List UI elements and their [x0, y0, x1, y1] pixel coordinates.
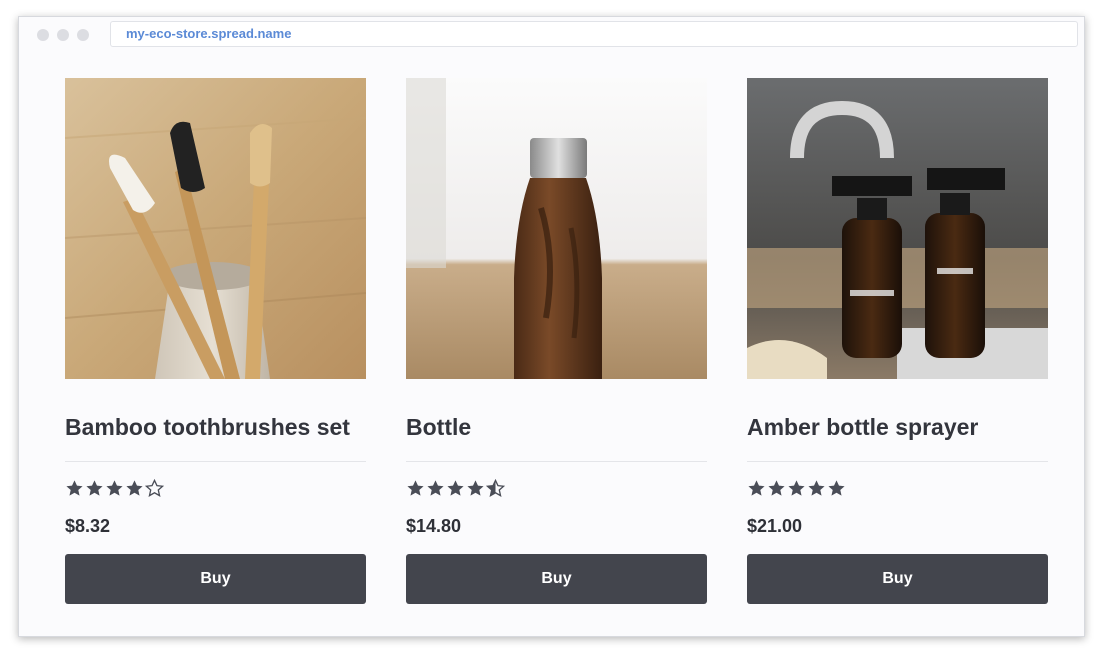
buy-button[interactable]: Buy [65, 554, 366, 604]
product-image[interactable] [747, 78, 1048, 379]
star-full-icon [66, 480, 83, 496]
rating-stars [747, 479, 1048, 499]
product-price: $14.80 [406, 516, 462, 536]
star-half-icon [486, 479, 505, 497]
browser-window: my-eco-store.spread.name Bamboo toothbru… [18, 16, 1085, 637]
star-empty-icon [145, 479, 164, 497]
rating-stars [406, 479, 707, 499]
product-card: Bamboo toothbrushes set $8.32 Buy [65, 78, 366, 604]
product-title[interactable]: Bamboo toothbrushes set [65, 412, 366, 442]
window-close-dot[interactable] [37, 29, 49, 41]
divider [747, 461, 1048, 462]
star-full-icon [828, 480, 845, 496]
star-full-icon [86, 480, 103, 496]
product-image[interactable] [406, 78, 707, 379]
browser-titlebar: my-eco-store.spread.name [19, 17, 1084, 51]
star-full-icon [106, 480, 123, 496]
window-zoom-dot[interactable] [77, 29, 89, 41]
buy-button[interactable]: Buy [406, 554, 707, 604]
buy-button[interactable]: Buy [747, 554, 1048, 604]
window-minimize-dot[interactable] [57, 29, 69, 41]
product-title[interactable]: Bottle [406, 412, 707, 442]
star-full-icon [467, 480, 484, 496]
star-full-icon [447, 480, 464, 496]
star-full-icon [407, 480, 424, 496]
star-full-icon [748, 480, 765, 496]
star-full-icon [788, 480, 805, 496]
star-full-icon [808, 480, 825, 496]
address-bar[interactable]: my-eco-store.spread.name [110, 21, 1078, 47]
product-image[interactable] [65, 78, 366, 379]
divider [65, 461, 366, 462]
product-title[interactable]: Amber bottle sprayer [747, 412, 1048, 442]
product-price: $21.00 [747, 516, 803, 536]
product-price: $8.32 [65, 516, 111, 536]
star-full-icon [126, 480, 143, 496]
product-card: Bottle $14.80 Buy [406, 78, 707, 604]
star-full-icon [768, 480, 785, 496]
product-card: Amber bottle sprayer $21.00 Buy [747, 78, 1048, 604]
star-full-icon [427, 480, 444, 496]
rating-stars [65, 479, 366, 499]
divider [406, 461, 707, 462]
